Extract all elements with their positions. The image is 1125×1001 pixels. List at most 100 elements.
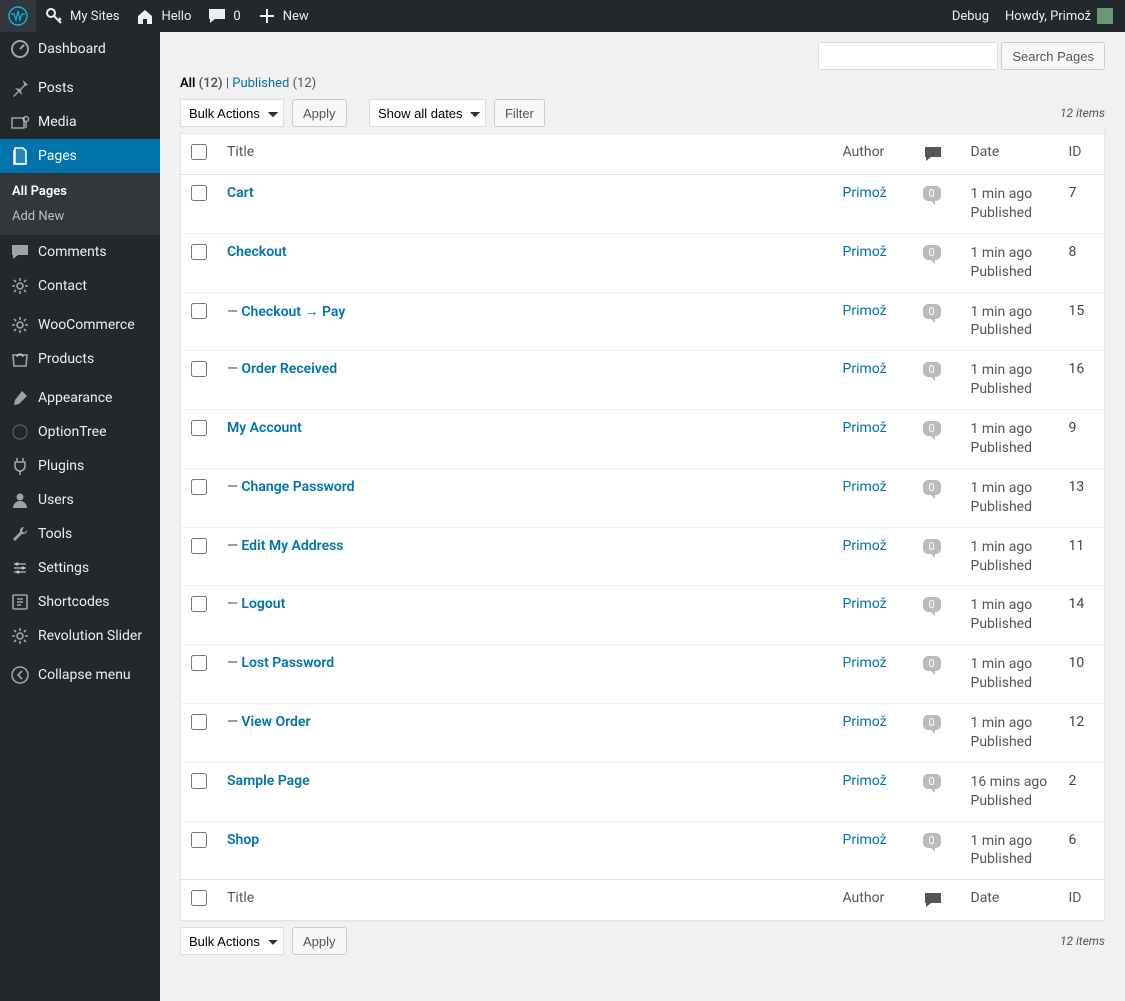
- date-filter-select[interactable]: Show all dates: [369, 99, 486, 127]
- select-all-top[interactable]: [191, 144, 207, 160]
- comment-count-bubble[interactable]: 0: [923, 304, 941, 319]
- page-title-link[interactable]: Checkout → Pay: [241, 304, 345, 320]
- comments-link[interactable]: 0: [199, 0, 248, 32]
- comment-count-bubble[interactable]: 0: [923, 774, 941, 789]
- author-link[interactable]: Primož: [843, 538, 887, 554]
- author-link[interactable]: Primož: [843, 773, 887, 789]
- filter-published[interactable]: Published (12): [232, 76, 316, 91]
- bulk-action-select-top[interactable]: Bulk Actions: [180, 99, 284, 127]
- select-all-bottom[interactable]: [191, 890, 207, 906]
- col-date-foot[interactable]: Date: [961, 880, 1059, 921]
- row-id: 7: [1059, 175, 1105, 234]
- row-checkbox[interactable]: [191, 596, 207, 612]
- page-title-link[interactable]: My Account: [227, 420, 302, 436]
- sidebar-item-media[interactable]: Media: [0, 105, 160, 139]
- col-date[interactable]: Date: [961, 134, 1059, 175]
- author-link[interactable]: Primož: [843, 361, 887, 377]
- bulk-action-select-bottom[interactable]: Bulk Actions: [180, 927, 284, 955]
- page-title-link[interactable]: Sample Page: [227, 773, 310, 789]
- page-title-link[interactable]: Cart: [227, 185, 254, 201]
- filter-all[interactable]: All (12): [180, 76, 223, 91]
- author-link[interactable]: Primož: [843, 655, 887, 671]
- sidebar-item-plugins[interactable]: Plugins: [0, 449, 160, 483]
- page-title-link[interactable]: Edit My Address: [241, 538, 343, 554]
- col-comments-foot[interactable]: [913, 880, 961, 921]
- sidebar-item-woocommerce[interactable]: WooCommerce: [0, 308, 160, 342]
- sidebar-item-settings[interactable]: Settings: [0, 551, 160, 585]
- row-checkbox[interactable]: [191, 303, 207, 319]
- sidebar-item-optiontree[interactable]: OptionTree: [0, 415, 160, 449]
- page-title-link[interactable]: Checkout: [227, 244, 287, 260]
- author-link[interactable]: Primož: [843, 185, 887, 201]
- row-checkbox[interactable]: [191, 479, 207, 495]
- row-checkbox[interactable]: [191, 714, 207, 730]
- comment-count-bubble[interactable]: 0: [923, 539, 941, 554]
- page-title-link[interactable]: Order Received: [241, 361, 337, 377]
- row-checkbox[interactable]: [191, 244, 207, 260]
- author-link[interactable]: Primož: [843, 479, 887, 495]
- row-checkbox[interactable]: [191, 361, 207, 377]
- comment-count-bubble[interactable]: 0: [923, 715, 941, 730]
- comment-count-bubble[interactable]: 0: [923, 186, 941, 201]
- account-link[interactable]: Howdy, Primož: [997, 0, 1121, 32]
- apply-button-top[interactable]: Apply: [292, 99, 347, 127]
- filter-button[interactable]: Filter: [494, 99, 545, 127]
- sidebar-item-contact[interactable]: Contact: [0, 269, 160, 303]
- sidebar-item-pages[interactable]: Pages: [0, 139, 160, 173]
- page-title-link[interactable]: View Order: [241, 714, 310, 730]
- wp-logo[interactable]: [0, 0, 36, 32]
- my-sites-link[interactable]: My Sites: [36, 0, 127, 32]
- search-button[interactable]: Search Pages: [1001, 42, 1105, 70]
- comment-count-bubble[interactable]: 0: [923, 656, 941, 671]
- page-title-link[interactable]: Lost Password: [241, 655, 334, 671]
- col-title-foot[interactable]: Title: [217, 880, 833, 921]
- comment-count-bubble[interactable]: 0: [923, 833, 941, 848]
- author-link[interactable]: Primož: [843, 420, 887, 436]
- debug-link[interactable]: Debug: [944, 0, 997, 32]
- comment-count-bubble[interactable]: 0: [923, 421, 941, 436]
- sidebar-item-posts[interactable]: Posts: [0, 71, 160, 105]
- apply-button-bottom[interactable]: Apply: [292, 927, 347, 955]
- page-title-link[interactable]: Shop: [227, 832, 259, 848]
- page-title-link[interactable]: Logout: [241, 596, 285, 612]
- row-checkbox[interactable]: [191, 185, 207, 201]
- author-link[interactable]: Primož: [843, 832, 887, 848]
- sidebar-item-shortcodes[interactable]: Shortcodes: [0, 585, 160, 619]
- new-content-link[interactable]: New: [249, 0, 317, 32]
- collapse-menu[interactable]: Collapse menu: [0, 658, 160, 692]
- page-title-link[interactable]: Change Password: [241, 479, 354, 495]
- sidebar-item-tools[interactable]: Tools: [0, 517, 160, 551]
- sidebar-item-revolution-slider[interactable]: Revolution Slider: [0, 619, 160, 653]
- comment-count-bubble[interactable]: 0: [923, 245, 941, 260]
- author-link[interactable]: Primož: [843, 714, 887, 730]
- sidebar-item-products[interactable]: Products: [0, 342, 160, 376]
- row-checkbox[interactable]: [191, 655, 207, 671]
- row-checkbox[interactable]: [191, 538, 207, 554]
- col-id[interactable]: ID: [1059, 134, 1105, 175]
- author-link[interactable]: Primož: [843, 303, 887, 319]
- col-comments[interactable]: [913, 134, 961, 175]
- comment-count-bubble[interactable]: 0: [923, 362, 941, 377]
- sidebar-item-users[interactable]: Users: [0, 483, 160, 517]
- sidebar-item-dashboard[interactable]: Dashboard: [0, 32, 160, 66]
- author-link[interactable]: Primož: [843, 244, 887, 260]
- search-input[interactable]: [818, 42, 998, 70]
- comment-count-bubble[interactable]: 0: [923, 597, 941, 612]
- table-row: — Lost PasswordPrimož01 min agoPublished…: [181, 645, 1105, 704]
- site-name-link[interactable]: Hello: [127, 0, 199, 32]
- col-title[interactable]: Title: [217, 134, 833, 175]
- author-link[interactable]: Primož: [843, 596, 887, 612]
- col-id-foot[interactable]: ID: [1059, 880, 1105, 921]
- comment-count-bubble[interactable]: 0: [923, 480, 941, 495]
- row-checkbox[interactable]: [191, 773, 207, 789]
- col-author-foot[interactable]: Author: [833, 880, 913, 921]
- sidebar-item-comments[interactable]: Comments: [0, 235, 160, 269]
- sidebar-item-appearance[interactable]: Appearance: [0, 381, 160, 415]
- submenu-item-all-pages[interactable]: All Pages: [0, 179, 160, 204]
- table-row: ShopPrimož01 min agoPublished6: [181, 821, 1105, 880]
- row-date: 16 mins ago: [971, 774, 1048, 790]
- row-checkbox[interactable]: [191, 832, 207, 848]
- col-author[interactable]: Author: [833, 134, 913, 175]
- submenu-item-add-new[interactable]: Add New: [0, 204, 160, 229]
- row-checkbox[interactable]: [191, 420, 207, 436]
